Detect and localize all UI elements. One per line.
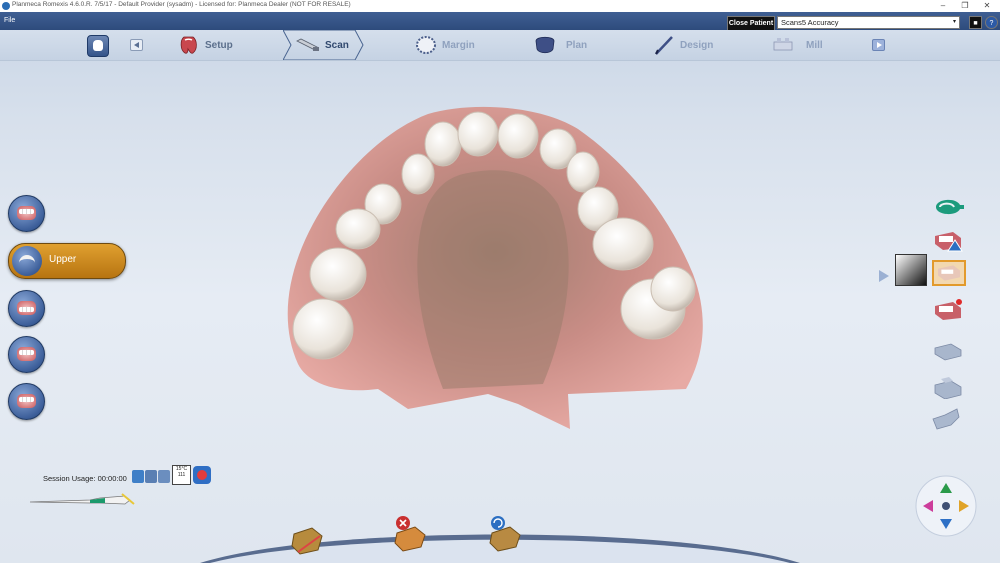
bite-left-icon [17, 394, 36, 408]
temperature-sub: 111 [177, 472, 186, 478]
next-step-button[interactable] [872, 39, 885, 51]
workflow-step-label: Design [680, 40, 714, 51]
settings-icon[interactable] [158, 470, 170, 483]
bite-right-button[interactable] [8, 336, 45, 373]
record-status-icon [197, 470, 207, 480]
record-button[interactable]: ■ [969, 16, 982, 29]
upper-arch-button[interactable]: Upper [8, 243, 126, 279]
lower-arch-button[interactable] [8, 290, 45, 327]
design-icon [655, 36, 673, 55]
help-button[interactable]: ? [985, 16, 998, 29]
tooth-home-icon [93, 40, 103, 51]
lower-arch-icon [17, 301, 36, 315]
mill-icon [773, 38, 793, 51]
workflow-step-margin[interactable]: Margin [415, 30, 505, 60]
bite-right-icon [17, 347, 36, 361]
plan-icon [535, 36, 555, 54]
workflow-step-label: Plan [566, 40, 588, 51]
workflow-step-design[interactable]: Design [653, 30, 733, 60]
prep-warning-tool[interactable] [933, 228, 963, 252]
scanner-icon [296, 38, 319, 51]
session-usage-label: Session Usage: [43, 474, 96, 483]
previous-step-button[interactable] [130, 39, 143, 51]
maximize-button[interactable]: ❐ [954, 0, 976, 12]
scan-select-value: Scans5 Accuracy [781, 18, 839, 27]
close-patient-button[interactable]: Close Patient [727, 16, 775, 31]
session-usage-time: 00:00:00 [97, 474, 127, 483]
temperature-badge: 15°C 111 [172, 465, 191, 485]
workflow-step-label: Margin [442, 40, 475, 51]
trim-tool[interactable] [933, 298, 963, 322]
scanner-status-button[interactable] [193, 466, 211, 484]
model-view-tool-1[interactable] [933, 338, 963, 362]
minimize-button[interactable]: – [932, 0, 954, 12]
session-usage: Session Usage: 00:00:00 [43, 474, 127, 483]
upper-prep-button[interactable] [8, 195, 45, 232]
close-window-button[interactable]: ✕ [976, 0, 998, 12]
file-menu[interactable]: File [4, 17, 15, 24]
chevron-down-icon: ▾ [952, 19, 956, 25]
battery-icon[interactable] [145, 470, 157, 483]
scan-mode-tool[interactable] [934, 195, 966, 219]
workflow-step-plan[interactable]: Plan [534, 30, 614, 60]
scan-tray-item-3 [489, 516, 521, 552]
record-icon: ■ [973, 20, 978, 27]
setup-icon [180, 36, 197, 54]
upper-arch-icon [12, 246, 42, 276]
app-icon [2, 2, 10, 10]
workflow-step-label: Scan [325, 40, 349, 51]
bite-left-button[interactable] [8, 383, 45, 420]
upper-prep-icon [17, 206, 36, 220]
scan-select-dropdown[interactable]: Scans5 Accuracy ▾ [777, 16, 960, 29]
workflow-step-label: Setup [205, 40, 233, 51]
color-depth-slider[interactable] [879, 256, 891, 284]
scan-tray-item-2 [394, 516, 426, 552]
slider-pointer-icon [879, 270, 889, 282]
model-view-tool-3[interactable] [931, 407, 961, 431]
help-icon: ? [989, 20, 994, 27]
workflow-bar: Setup Scan Margin Plan Design Mill [0, 30, 1000, 61]
scanner-handpiece-icon [30, 493, 135, 505]
sync-icon[interactable] [132, 470, 144, 483]
scan-tray-item-1 [291, 527, 323, 555]
model-view-tool-2[interactable] [933, 375, 963, 399]
workflow-step-label: Mill [806, 40, 823, 51]
window-title: Planmeca Romexis 4.6.0.R. 7/5/17 - Defau… [12, 1, 351, 8]
view-navigation-compass[interactable] [915, 475, 977, 537]
workflow-step-scan[interactable]: Scan [283, 30, 370, 60]
upper-arch-3d-scan[interactable] [278, 104, 708, 434]
scan-tray [200, 516, 800, 563]
margin-icon [416, 36, 436, 54]
home-button[interactable] [87, 35, 109, 57]
workflow-step-setup[interactable]: Setup [178, 30, 268, 60]
color-swatch[interactable] [895, 254, 927, 286]
workflow-step-mill[interactable]: Mill [772, 30, 852, 60]
texture-tool[interactable] [932, 260, 966, 286]
upper-arch-label: Upper [49, 254, 77, 265]
